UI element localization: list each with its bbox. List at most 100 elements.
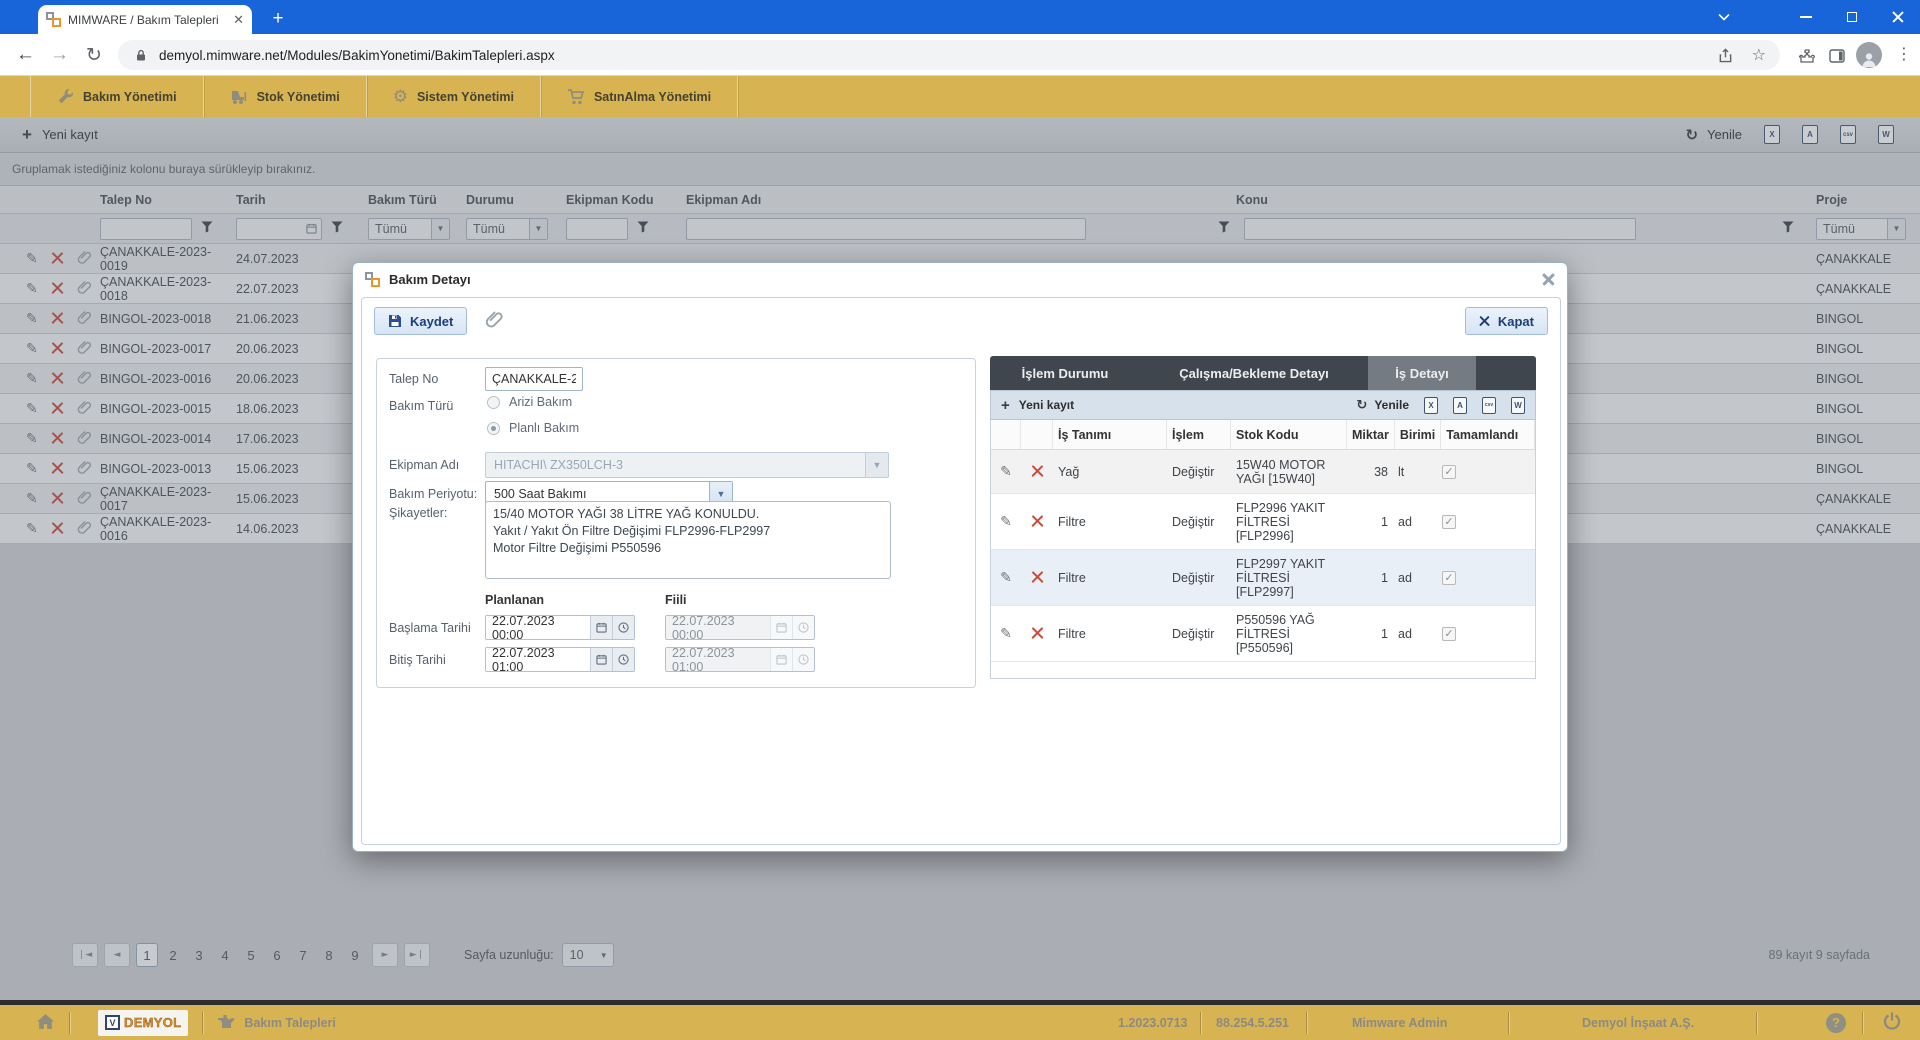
- chevron-down-icon[interactable]: [1702, 0, 1746, 34]
- dialog-title: Bakım Detayı: [389, 272, 471, 287]
- detail-grid-header: İş Tanımı İşlem Stok Kodu Miktar Birimi …: [991, 420, 1535, 450]
- extensions-puzzle-icon[interactable]: [1798, 47, 1816, 65]
- talep-no-label: Talep No: [389, 372, 484, 386]
- completed-checkbox[interactable]: ✓: [1442, 465, 1456, 479]
- dialog-title-bar[interactable]: Bakım Detayı: [353, 263, 1567, 295]
- radio-selected-icon: [487, 422, 500, 435]
- oil-can-icon: [217, 1014, 236, 1032]
- baslama-planlanan-datetime[interactable]: 22.07.2023 00:00: [485, 615, 635, 640]
- cell-miktar: 38: [1347, 465, 1393, 479]
- ekipman-adi-select[interactable]: HITACHI\ ZX350LCH-3 ▼: [485, 452, 889, 478]
- home-icon[interactable]: [36, 1013, 55, 1033]
- floppy-icon: [388, 314, 402, 328]
- cell-islem: Değiştir: [1167, 571, 1231, 585]
- help-icon[interactable]: ?: [1826, 1013, 1846, 1033]
- menu-item-satinalma-yonetimi[interactable]: SatınAlma Yönetimi: [541, 76, 738, 117]
- browser-menu-dots-icon[interactable]: ⋮: [1896, 44, 1912, 63]
- menu-item-sistem-yonetimi[interactable]: ⚙ Sistem Yönetimi: [367, 76, 541, 117]
- cell-miktar: 1: [1347, 515, 1393, 529]
- export-word-icon[interactable]: W: [1511, 397, 1525, 414]
- clock-icon[interactable]: [612, 648, 634, 671]
- demyol-logo[interactable]: V DEMYOL: [98, 1010, 188, 1036]
- calendar-icon[interactable]: [590, 648, 612, 671]
- cell-miktar: 1: [1347, 571, 1393, 585]
- cell-stok-kodu: FLP2996 YAKIT FİLTRESİ [FLP2996]: [1231, 501, 1347, 543]
- detail-grid-toolbar: + Yeni kayıt ↻ Yenile X A csv W: [990, 390, 1536, 420]
- edit-icon[interactable]: ✎: [1000, 571, 1012, 585]
- talep-no-input[interactable]: [485, 367, 583, 391]
- detail-col-islem[interactable]: İşlem: [1167, 420, 1231, 449]
- sikayetler-textarea[interactable]: 15/40 MOTOR YAĞI 38 LİTRE YAĞ KONULDU. Y…: [485, 501, 891, 579]
- completed-checkbox[interactable]: ✓: [1442, 627, 1456, 641]
- cell-birimi: ad: [1393, 627, 1437, 641]
- tab-islem-durumu[interactable]: İşlem Durumu: [990, 356, 1140, 390]
- window-close-button[interactable]: [1876, 0, 1920, 34]
- export-pdf-icon[interactable]: A: [1453, 397, 1467, 414]
- browser-address-bar: ← → ↻ demyol.mimware.net/Modules/BakimYo…: [0, 34, 1920, 76]
- forward-icon[interactable]: →: [50, 35, 69, 75]
- delete-icon[interactable]: [1031, 465, 1044, 478]
- share-icon[interactable]: [1716, 46, 1734, 64]
- delete-icon[interactable]: [1031, 515, 1044, 528]
- calendar-icon[interactable]: [590, 616, 612, 639]
- detail-col-miktar[interactable]: Miktar: [1347, 420, 1395, 449]
- export-excel-icon[interactable]: X: [1424, 397, 1438, 414]
- cell-birimi: ad: [1393, 515, 1437, 529]
- footer-user-name[interactable]: Mimware Admin: [1352, 1016, 1447, 1030]
- detail-row[interactable]: ✎FiltreDeğiştirFLP2997 YAKIT FİLTRESİ [F…: [991, 550, 1535, 606]
- detail-col-tamamlandi[interactable]: Tamamlandı: [1441, 420, 1535, 449]
- detail-grid-rows: ✎YağDeğiştir15W40 MOTOR YAĞI [15W40]38lt…: [991, 450, 1535, 662]
- cell-islem: Değiştir: [1167, 515, 1231, 529]
- radio-arizi-bakim[interactable]: Arizi Bakım: [487, 395, 572, 409]
- calendar-icon: [770, 648, 792, 671]
- lock-icon: [132, 46, 150, 64]
- profile-avatar[interactable]: [1856, 42, 1882, 68]
- detail-new-record-button[interactable]: + Yeni kayıt: [1001, 397, 1074, 414]
- plus-icon: +: [1001, 397, 1010, 414]
- bitis-planlanan-datetime[interactable]: 22.07.2023 01:00: [485, 647, 635, 672]
- radio-planli-bakim[interactable]: Planlı Bakım: [487, 421, 579, 435]
- reload-icon[interactable]: ↻: [86, 35, 102, 75]
- tab-title: MIMWARE / Bakım Talepleri: [68, 13, 226, 27]
- baslama-fiili-datetime: 22.07.2023 00:00: [665, 615, 815, 640]
- bitis-fiili-datetime: 22.07.2023 01:00: [665, 647, 815, 672]
- side-panel-icon[interactable]: [1828, 47, 1846, 65]
- calendar-icon: [770, 616, 792, 639]
- edit-icon[interactable]: ✎: [1000, 515, 1012, 529]
- delete-icon[interactable]: [1031, 571, 1044, 584]
- power-logout-icon[interactable]: [1882, 1011, 1902, 1034]
- menu-item-bakim-yonetimi[interactable]: Bakım Yönetimi: [30, 76, 204, 117]
- cell-birimi: ad: [1393, 571, 1437, 585]
- close-button[interactable]: Kapat: [1465, 307, 1548, 335]
- save-button[interactable]: Kaydet: [374, 307, 467, 335]
- window-minimize-button[interactable]: [1784, 0, 1828, 34]
- new-tab-button[interactable]: +: [266, 8, 290, 32]
- detail-row[interactable]: ✎FiltreDeğiştirP550596 YAĞ FİLTRESİ [P55…: [991, 606, 1535, 662]
- completed-checkbox[interactable]: ✓: [1442, 571, 1456, 585]
- bookmark-star-icon[interactable]: ☆: [1752, 45, 1766, 65]
- planlanan-header: Planlanan: [485, 593, 544, 607]
- tab-calisma-bekleme-detayi[interactable]: Çalışma/Bekleme Detayı: [1140, 356, 1368, 390]
- detail-col-stok-kodu[interactable]: Stok Kodu: [1231, 420, 1347, 449]
- detail-row[interactable]: ✎FiltreDeğiştirFLP2996 YAKIT FİLTRESİ [F…: [991, 494, 1535, 550]
- chevron-down-icon: ▼: [865, 453, 888, 477]
- browser-tab[interactable]: MIMWARE / Bakım Talepleri ✕: [38, 5, 252, 34]
- dialog-close-icon[interactable]: [1542, 272, 1555, 285]
- edit-icon[interactable]: ✎: [1000, 627, 1012, 641]
- clock-icon[interactable]: [612, 616, 634, 639]
- detail-row[interactable]: ✎YağDeğiştir15W40 MOTOR YAĞI [15W40]38lt…: [991, 450, 1535, 494]
- menu-item-stok-yonetimi[interactable]: Stok Yönetimi: [204, 76, 367, 117]
- tab-close-icon[interactable]: ✕: [233, 13, 244, 26]
- window-maximize-button[interactable]: [1830, 0, 1874, 34]
- delete-icon[interactable]: [1031, 627, 1044, 640]
- detail-col-birimi[interactable]: Birimi: [1395, 420, 1441, 449]
- export-csv-icon[interactable]: csv: [1482, 397, 1496, 414]
- completed-checkbox[interactable]: ✓: [1442, 515, 1456, 529]
- tab-is-detayi[interactable]: İş Detayı: [1368, 356, 1476, 390]
- edit-icon[interactable]: ✎: [1000, 465, 1012, 479]
- url-field[interactable]: demyol.mimware.net/Modules/BakimYonetimi…: [118, 40, 1780, 70]
- detail-refresh-button[interactable]: ↻ Yenile: [1356, 398, 1409, 413]
- attachment-icon[interactable]: [485, 309, 505, 333]
- back-icon[interactable]: ←: [16, 35, 35, 75]
- detail-col-is-tanimi[interactable]: İş Tanımı: [1053, 420, 1167, 449]
